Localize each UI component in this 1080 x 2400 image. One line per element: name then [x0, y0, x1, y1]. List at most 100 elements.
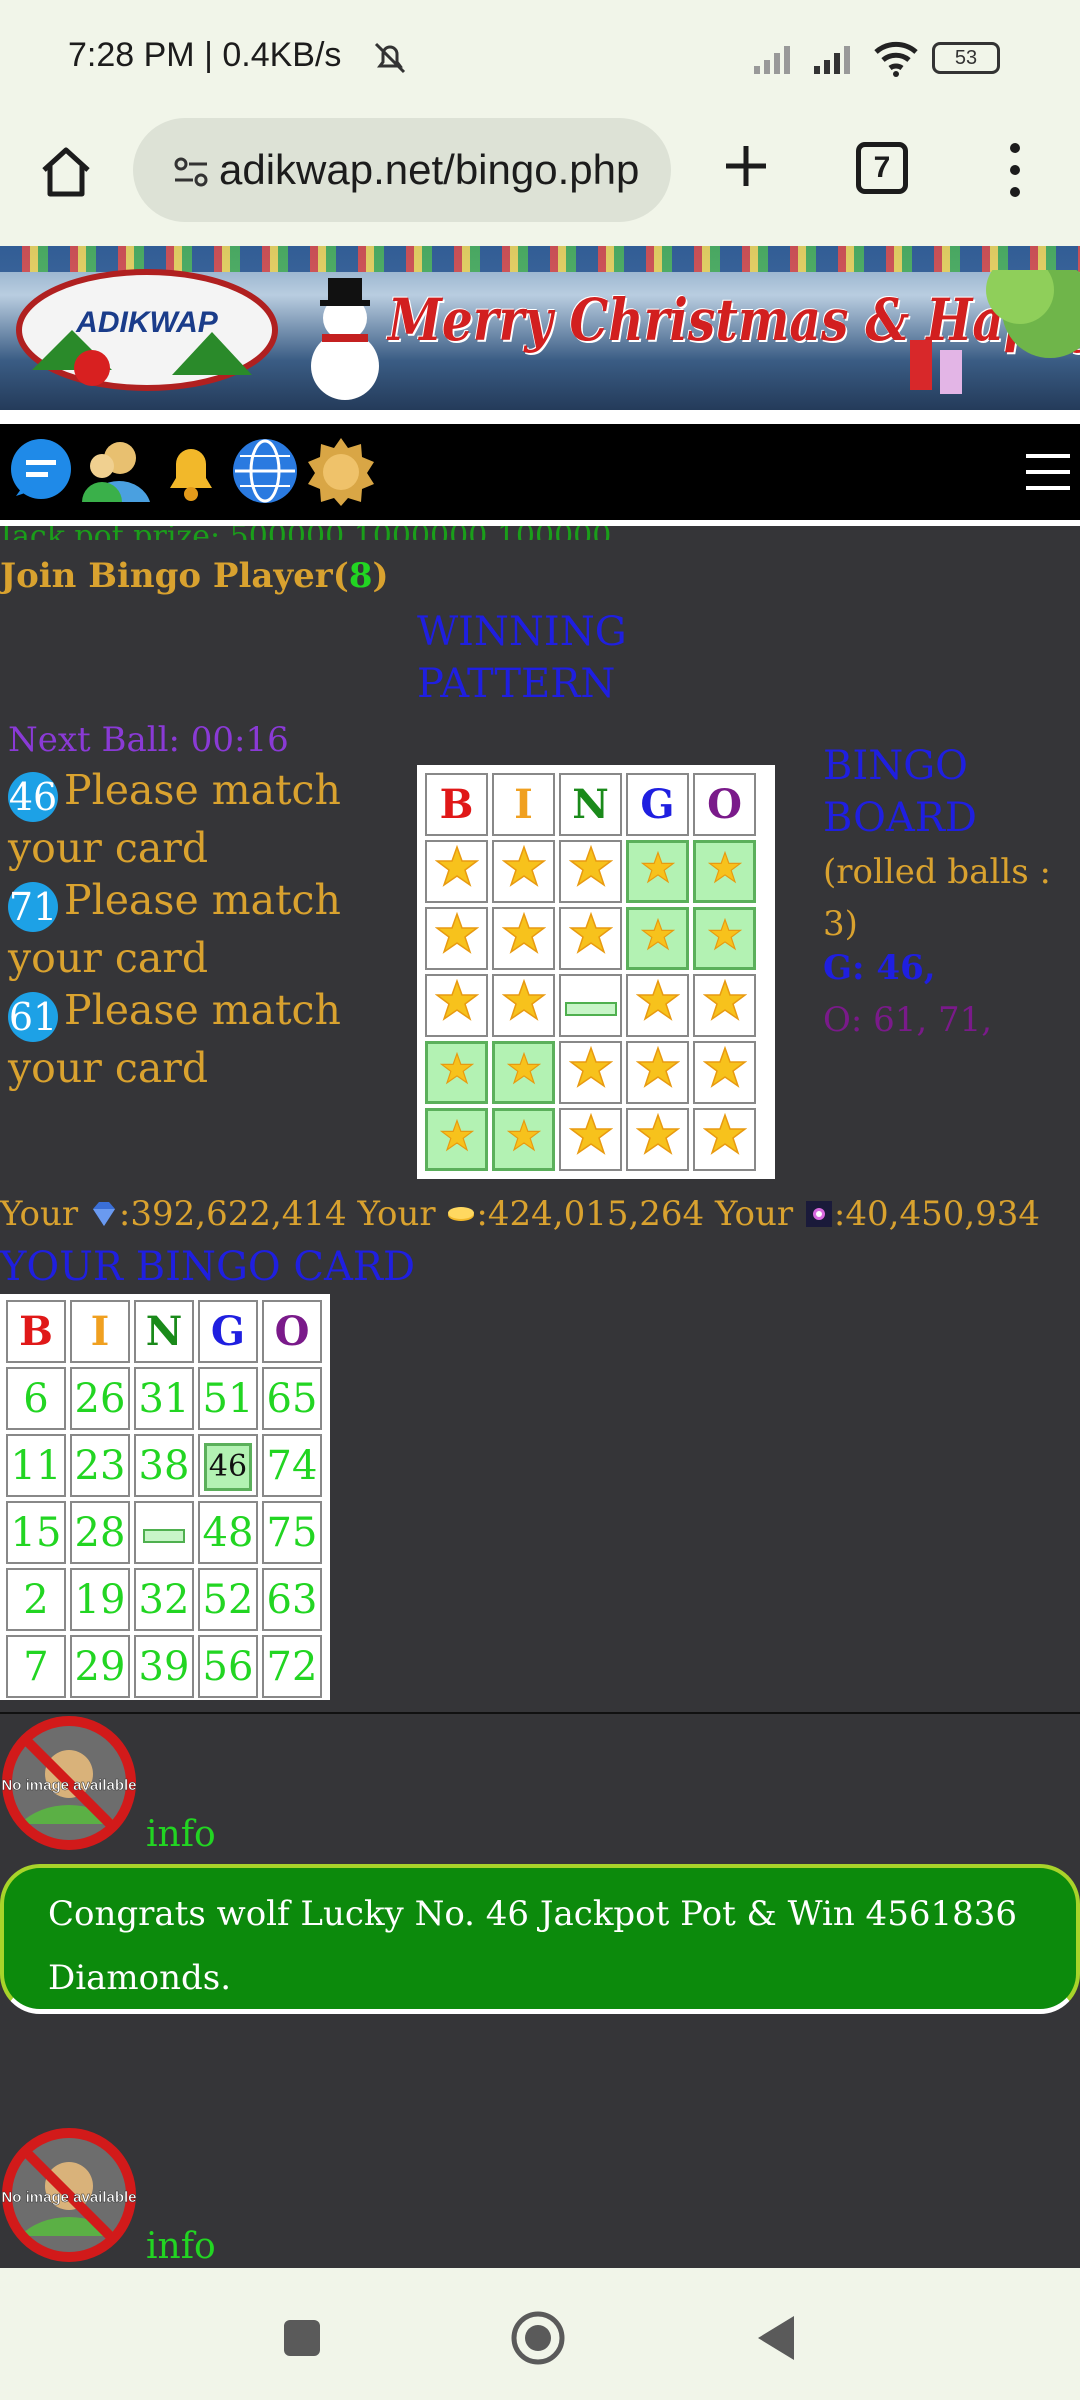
match-text: Please match your card — [8, 876, 341, 982]
card-cell[interactable]: 46 — [198, 1434, 258, 1497]
mute-bell-icon — [374, 42, 406, 74]
avatar[interactable]: No image available — [0, 1714, 138, 1852]
winning-pattern-title: WINNING PATTERN — [417, 609, 627, 707]
star-icon — [702, 1112, 747, 1155]
status-time: 7:28 PM | 0.4KB/s — [68, 36, 342, 74]
star-icon — [568, 1112, 613, 1155]
card-cell[interactable]: 23 — [70, 1434, 130, 1497]
card-cell[interactable]: 7 — [6, 1635, 66, 1698]
next-ball-timer: Next Ball: 00:16 — [8, 720, 289, 760]
rolled-balls-count: (rolled balls : 3) — [823, 852, 1051, 944]
pattern-cell — [425, 1041, 488, 1104]
star-icon — [707, 918, 742, 951]
card-cell[interactable]: 11 — [6, 1434, 66, 1497]
card-cell[interactable]: 52 — [198, 1568, 258, 1631]
more-menu-icon[interactable] — [1000, 138, 1030, 202]
card-cell[interactable]: 2 — [6, 1568, 66, 1631]
star-icon — [568, 1045, 613, 1088]
card-cell[interactable]: 39 — [134, 1635, 194, 1698]
card-header-o: O — [262, 1300, 322, 1363]
post-info-label[interactable]: info — [146, 2226, 216, 2267]
pattern-cell — [425, 1108, 488, 1171]
new-tab-icon[interactable] — [716, 136, 776, 196]
pattern-cell — [559, 840, 622, 903]
pattern-cell — [425, 907, 488, 970]
card-cell[interactable]: 63 — [262, 1568, 322, 1631]
pattern-cell — [559, 1041, 622, 1104]
card-cell[interactable]: 75 — [262, 1501, 322, 1564]
card-cell[interactable]: 19 — [70, 1568, 130, 1631]
address-bar[interactable]: adikwap.net/bingo.php — [133, 118, 671, 222]
pattern-cell — [492, 1108, 555, 1171]
pattern-cell — [492, 1041, 555, 1104]
ball-number-badge: 46 — [8, 772, 58, 822]
site-logo[interactable]: ADIKWAP — [12, 260, 282, 400]
card-header-g: G — [198, 1300, 258, 1363]
home-icon[interactable] — [36, 142, 96, 202]
card-cell[interactable]: 65 — [262, 1367, 322, 1430]
card-cell[interactable]: 31 — [134, 1367, 194, 1430]
star-icon — [707, 851, 742, 884]
your-label: Your — [357, 1194, 447, 1234]
globe-icon[interactable] — [230, 436, 300, 506]
card-cell[interactable]: 32 — [134, 1568, 194, 1631]
star-icon — [702, 978, 747, 1021]
avatar[interactable]: No image available — [0, 2126, 138, 2264]
star-gem-icon — [805, 1201, 832, 1227]
snowman-icon — [311, 278, 379, 400]
nav-divider — [0, 520, 1080, 526]
back-icon[interactable] — [756, 2314, 796, 2362]
ball-number-badge: 71 — [8, 882, 58, 932]
star-icon — [506, 1119, 541, 1152]
home-circle-icon[interactable] — [510, 2310, 566, 2366]
url-text[interactable]: adikwap.net/bingo.php — [219, 146, 639, 194]
star-icon — [635, 978, 680, 1021]
signal-1-icon — [754, 46, 790, 74]
card-cell[interactable] — [134, 1501, 194, 1564]
medal-icon[interactable] — [306, 436, 376, 506]
pattern-cell — [425, 974, 488, 1037]
match-messages: 46 Please match your card 71 Please match y… — [8, 764, 408, 1094]
star-icon — [568, 844, 613, 887]
diamond-icon — [92, 1202, 115, 1226]
star-icon — [434, 978, 479, 1021]
join-players-line[interactable]: Join Bingo Player(8) — [0, 556, 389, 596]
match-message: 61 Please match your card — [8, 984, 408, 1094]
card-cell[interactable]: 48 — [198, 1501, 258, 1564]
coin-balance: :424,015,264 — [476, 1194, 715, 1234]
status-bar: 7:28 PM | 0.4KB/s 53 — [0, 0, 1080, 118]
card-cell[interactable]: 29 — [70, 1635, 130, 1698]
your-bingo-card-title: YOUR BINGO CARD — [0, 1244, 416, 1290]
chat-icon[interactable] — [6, 436, 76, 506]
browser-toolbar: adikwap.net/bingo.php 7 — [0, 118, 1080, 246]
join-prefix: Join Bingo Player( — [0, 556, 349, 596]
hamburger-menu-icon[interactable] — [1026, 450, 1070, 494]
tab-switcher-button[interactable]: 7 — [856, 142, 908, 194]
card-cell[interactable]: 15 — [6, 1501, 66, 1564]
match-message: 46 Please match your card — [8, 764, 408, 874]
pattern-header-g: G — [626, 773, 689, 836]
card-cell[interactable]: 51 — [198, 1367, 258, 1430]
battery-icon: 53 — [932, 42, 1000, 74]
bingo-board-title: BINGO BOARD — [823, 743, 978, 841]
wifi-icon — [874, 41, 918, 77]
card-cell[interactable]: 28 — [70, 1501, 130, 1564]
users-icon[interactable] — [80, 436, 150, 506]
card-cell[interactable]: 72 — [262, 1635, 322, 1698]
card-cell[interactable]: 74 — [262, 1434, 322, 1497]
card-cell[interactable]: 56 — [198, 1635, 258, 1698]
recents-icon[interactable] — [282, 2318, 322, 2358]
pattern-header-b: B — [425, 773, 488, 836]
site-settings-icon[interactable] — [173, 154, 209, 190]
card-cell[interactable]: 38 — [134, 1434, 194, 1497]
bell-icon[interactable] — [156, 436, 226, 506]
match-message: 71 Please match your card — [8, 874, 408, 984]
post-info-label[interactable]: info — [146, 1814, 216, 1855]
your-label: Your — [715, 1194, 804, 1234]
card-cell[interactable]: 26 — [70, 1367, 130, 1430]
star-icon — [439, 1119, 474, 1152]
star-icon — [501, 911, 546, 954]
pattern-cell — [626, 974, 689, 1037]
star-icon — [640, 918, 675, 951]
card-cell[interactable]: 6 — [6, 1367, 66, 1430]
